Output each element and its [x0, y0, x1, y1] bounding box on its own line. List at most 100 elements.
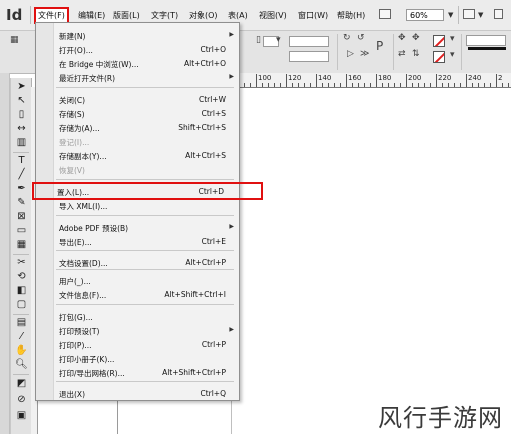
menu-item-print[interactable]: 打印(P)... Ctrl+P	[36, 337, 239, 351]
bridge-icon[interactable]	[379, 9, 391, 19]
pen-tool-icon[interactable]: ✒	[15, 183, 28, 195]
menu-item-exit[interactable]: 退出(X) Ctrl+Q	[36, 386, 239, 400]
page-tool-icon[interactable]: ▯	[15, 109, 28, 121]
ruler-tick	[250, 83, 251, 87]
reference-point-icon[interactable]: ▦	[10, 35, 19, 45]
menu-view[interactable]: 视图(V)	[259, 10, 287, 21]
view-options-icon[interactable]	[463, 9, 475, 19]
menu-item-browse-in-bridge[interactable]: 在 Bridge 中浏览(W)... Alt+Ctrl+O	[36, 56, 239, 70]
screen-mode-icon[interactable]	[494, 9, 503, 19]
ruler-tick	[364, 83, 365, 87]
line-tool-icon[interactable]: ╱	[15, 169, 28, 181]
ruler-tick	[430, 83, 431, 87]
rectangle-frame-tool-icon[interactable]: ⊠	[15, 211, 28, 223]
menu-item-package[interactable]: 打包(G)...	[36, 309, 239, 323]
fill-stroke-icon[interactable]: ◩	[15, 378, 28, 390]
tools-separator	[13, 152, 29, 153]
zoom-tool-icon[interactable]: 🔍︎	[15, 359, 28, 371]
select-previous-icon[interactable]: ⇄	[398, 49, 406, 59]
menu-item-import-xml[interactable]: 导入 XML(I)...	[36, 198, 239, 212]
zoom-select[interactable]: 60%	[406, 9, 444, 21]
menu-edit[interactable]: 编辑(E)	[78, 10, 105, 21]
type-tool-icon[interactable]: T	[15, 155, 28, 167]
apply-none-icon[interactable]: ⊘	[15, 394, 28, 406]
chevron-down-icon[interactable]: ▾	[450, 50, 455, 60]
flip-vertical-icon[interactable]: ≫	[360, 49, 369, 59]
menu-layout[interactable]: 版面(L)	[113, 10, 140, 21]
ruler-tick	[388, 83, 389, 87]
stroke-weight-field[interactable]	[466, 35, 506, 46]
chevron-down-icon[interactable]: ▼	[478, 11, 483, 19]
panel-dock-strip	[0, 73, 10, 434]
menu-item-label: 存储副本(Y)...	[59, 152, 107, 161]
rotate-field[interactable]	[289, 36, 329, 47]
menu-item-file-info[interactable]: 文件信息(F)... Alt+Shift+Ctrl+I	[36, 287, 239, 301]
menu-item-save-a-copy[interactable]: 存储副本(Y)... Alt+Ctrl+S	[36, 148, 239, 162]
menu-item-user[interactable]: 用户(_)...	[36, 273, 239, 287]
menu-item-place[interactable]: 置入(L)... Ctrl+D	[32, 182, 263, 200]
menu-item-open[interactable]: 打开(O)... Ctrl+O	[36, 42, 239, 56]
menu-item-adobe-pdf-presets[interactable]: Adobe PDF 预设(B) ▶	[36, 220, 239, 234]
ruler-label: 120	[288, 74, 302, 82]
free-transform-tool-icon[interactable]: ⟲	[15, 271, 28, 283]
hand-tool-icon[interactable]: ✋	[15, 345, 28, 357]
rectangle-tool-icon[interactable]: ▭	[15, 225, 28, 237]
gap-tool-icon[interactable]: ↔	[15, 123, 28, 135]
menu-separator	[56, 269, 234, 270]
ruler-tick	[460, 83, 461, 87]
select-next-icon[interactable]: ⇅	[412, 49, 420, 59]
menu-item-print-export-grid[interactable]: 打印/导出网格(R)... Alt+Shift+Ctrl+P	[36, 365, 239, 379]
ruler-label: 140	[318, 74, 332, 82]
menu-item-print-booklet[interactable]: 打印小册子(K)...	[36, 351, 239, 365]
content-collector-icon[interactable]: ▥	[15, 137, 28, 149]
menu-item-save-as[interactable]: 存储为(A)... Shift+Ctrl+S	[36, 120, 239, 134]
shear-field[interactable]	[289, 51, 329, 62]
direct-selection-tool-icon[interactable]: ↖	[15, 95, 28, 107]
menu-object[interactable]: 对象(O)	[189, 10, 218, 21]
selection-tool-icon[interactable]: ➤	[15, 81, 28, 93]
menu-item-label: 打开(O)...	[59, 46, 93, 55]
ruler-tick	[496, 74, 497, 87]
chevron-down-icon[interactable]: ▼	[448, 11, 453, 19]
chevron-down-icon[interactable]: ▾	[276, 35, 281, 45]
chevron-down-icon[interactable]: ▾	[450, 34, 455, 44]
ruler-tick	[490, 83, 491, 87]
eyedropper-tool-icon[interactable]: ⁄	[15, 331, 28, 343]
menu-help[interactable]: 帮助(H)	[337, 10, 365, 21]
menu-item-label: 打印(P)...	[59, 341, 92, 350]
tools-separator	[13, 314, 29, 315]
select-content-icon[interactable]: ✥	[412, 33, 420, 43]
menu-type[interactable]: 文字(T)	[151, 10, 178, 21]
menu-item-new[interactable]: 新建(N) ▶	[36, 28, 239, 42]
rotate-cw-icon[interactable]: ↻	[343, 33, 351, 43]
menu-item-print-presets[interactable]: 打印预设(T) ▶	[36, 323, 239, 337]
menu-item-save[interactable]: 存储(S) Ctrl+S	[36, 106, 239, 120]
note-tool-icon[interactable]: ▤	[15, 317, 28, 329]
menu-item-label: 存储(S)	[59, 110, 85, 119]
menu-item-open-recent[interactable]: 最近打开文件(R) ▶	[36, 70, 239, 84]
rotate-ccw-icon[interactable]: ↺	[357, 33, 365, 43]
text-frame-icon[interactable]: P	[376, 39, 383, 53]
table-tool-icon[interactable]: ▦	[15, 239, 28, 251]
flip-horizontal-icon[interactable]: ▷	[347, 49, 354, 59]
select-container-icon[interactable]: ✥	[398, 33, 406, 43]
stroke-type-preview[interactable]	[468, 47, 506, 50]
menu-item-shortcut: Ctrl+O	[200, 45, 226, 54]
menu-window[interactable]: 窗口(W)	[298, 10, 328, 21]
menu-item-shortcut: Alt+Ctrl+O	[184, 59, 226, 68]
menu-item-document-setup[interactable]: 文档设置(D)... Alt+Ctrl+P	[36, 255, 239, 269]
stroke-swatch[interactable]	[433, 51, 445, 63]
menu-item-label: 打印预设(T)	[59, 327, 100, 336]
pencil-tool-icon[interactable]: ✎	[15, 197, 28, 209]
view-mode-icon[interactable]: ▣	[15, 410, 28, 422]
ruler-label: 160	[348, 74, 362, 82]
fill-swatch[interactable]	[433, 35, 445, 47]
scissors-tool-icon[interactable]: ✂	[15, 257, 28, 269]
menu-item-close[interactable]: 关闭(C) Ctrl+W	[36, 92, 239, 106]
menu-item-export[interactable]: 导出(E)... Ctrl+E	[36, 234, 239, 248]
gradient-feather-tool-icon[interactable]: ▢	[15, 299, 28, 311]
gradient-tool-icon[interactable]: ◧	[15, 285, 28, 297]
ruler-tick	[382, 83, 383, 87]
menu-item-label: 打印小册子(K)...	[59, 355, 115, 364]
menu-table[interactable]: 表(A)	[228, 10, 248, 21]
